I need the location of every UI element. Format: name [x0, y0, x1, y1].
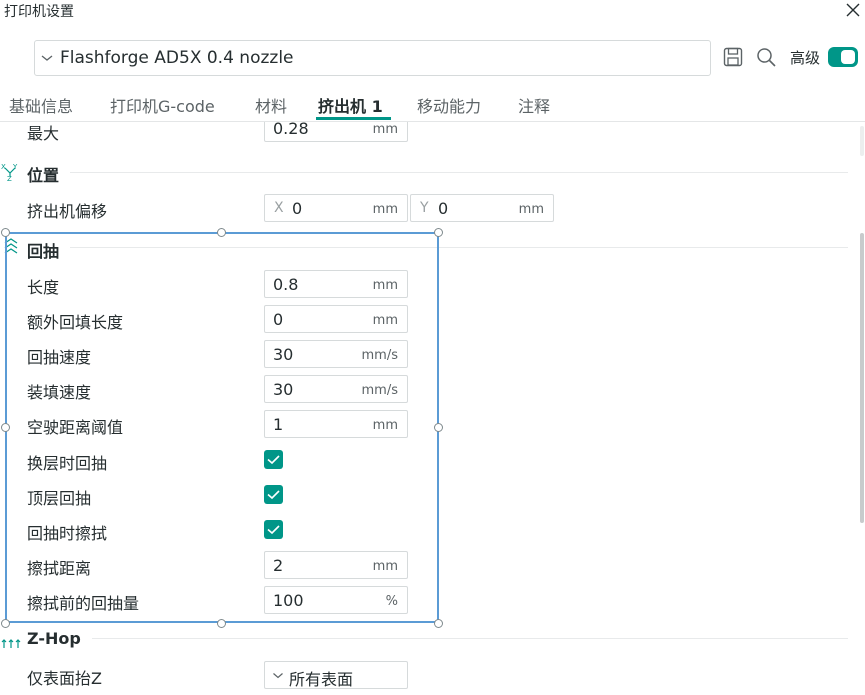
tab-motion-ability[interactable]: 移动能力: [417, 93, 481, 117]
position-section-title: 位置: [27, 166, 60, 185]
clipped-row: 最大 0.28 mm: [0, 122, 850, 148]
chevron-down-icon: [273, 673, 283, 679]
scrollbar-track: [860, 126, 864, 156]
selection-handle[interactable]: [1, 423, 10, 432]
advanced-label: 高级: [790, 49, 821, 67]
close-icon[interactable]: [843, 0, 863, 20]
tab-basic-info[interactable]: 基础信息: [9, 93, 73, 117]
position-axes-icon: X Y Z: [1, 163, 18, 182]
retraction-length-field[interactable]: 0.8 mm: [264, 270, 408, 298]
tab-bar: 基础信息 打印机G-code 材料 挤出机 1 移动能力 注释: [0, 86, 865, 122]
extruder-offset-y-field[interactable]: Y 0 mm: [410, 194, 554, 222]
deretraction-speed-label: 装填速度: [27, 383, 92, 402]
retract-before-wipe-label: 擦拭前的回抽量: [27, 594, 140, 613]
window-title: 打印机设置: [4, 4, 74, 20]
check-icon: [267, 490, 280, 500]
selection-handle[interactable]: [217, 619, 226, 628]
active-tab-indicator: [316, 117, 391, 120]
retraction-icon: [4, 238, 18, 254]
extruder-offset-label: 挤出机偏移: [27, 202, 108, 221]
retraction-length-label: 长度: [27, 278, 60, 297]
chevron-down-icon: [41, 55, 53, 61]
selection-handle[interactable]: [1, 228, 10, 237]
svg-text:Z: Z: [7, 175, 12, 182]
svg-text:X: X: [1, 163, 6, 171]
section-divider: [70, 247, 848, 248]
retraction-speed-label: 回抽速度: [27, 348, 92, 367]
printer-preset-combo[interactable]: Flashforge AD5X 0.4 nozzle: [34, 40, 711, 76]
retract-before-wipe-field[interactable]: 100 %: [264, 586, 408, 614]
retract-on-layer-change-label: 换层时回抽: [27, 454, 108, 473]
tab-extruder-1[interactable]: 挤出机 1: [318, 93, 383, 117]
search-icon[interactable]: [755, 46, 777, 68]
z-hop-surface-label: 仅表面抬Z: [27, 669, 102, 688]
tab-printer-gcode[interactable]: 打印机G-code: [110, 93, 215, 117]
selection-handle[interactable]: [1, 619, 10, 628]
wipe-distance-field[interactable]: 2 mm: [264, 551, 408, 579]
z-hop-icon: [1, 639, 21, 648]
preset-value: Flashforge AD5X 0.4 nozzle: [60, 48, 294, 68]
top-layer-retract-label: 顶层回抽: [27, 489, 92, 508]
top-layer-retract-checkbox[interactable]: [264, 485, 283, 504]
advanced-toggle[interactable]: [828, 47, 858, 67]
section-divider: [92, 638, 848, 639]
deretraction-speed-field[interactable]: 30 mm/s: [264, 375, 408, 403]
tab-notes[interactable]: 注释: [518, 93, 550, 117]
selection-handle[interactable]: [217, 228, 226, 237]
wipe-distance-label: 擦拭距离: [27, 559, 92, 578]
travel-threshold-field[interactable]: 1 mm: [264, 410, 408, 438]
z-hop-surface-combo[interactable]: 所有表面: [264, 661, 408, 689]
section-divider: [70, 172, 848, 173]
extra-restart-length-label: 额外回填长度: [27, 313, 124, 332]
wipe-on-retract-checkbox[interactable]: [264, 520, 283, 539]
z-hop-section-title: Z-Hop: [27, 629, 81, 648]
retraction-speed-field[interactable]: 30 mm/s: [264, 340, 408, 368]
layer-height-max-field[interactable]: 0.28 mm: [264, 122, 408, 142]
check-icon: [267, 455, 280, 465]
selection-handle[interactable]: [434, 619, 443, 628]
scrollbar-thumb[interactable]: [860, 233, 864, 523]
extruder-offset-x-field[interactable]: X 0 mm: [264, 194, 408, 222]
check-icon: [267, 525, 280, 535]
retraction-section-title: 回抽: [27, 242, 60, 261]
selection-handle[interactable]: [434, 228, 443, 237]
extra-restart-length-field[interactable]: 0 mm: [264, 305, 408, 333]
title-bar: 打印机设置: [0, 0, 865, 22]
selection-handle[interactable]: [434, 423, 443, 432]
layer-height-max-label: 最大: [27, 124, 60, 143]
wipe-on-retract-label: 回抽时擦拭: [27, 524, 108, 543]
retract-on-layer-change-checkbox[interactable]: [264, 450, 283, 469]
travel-threshold-label: 空驶距离阈值: [27, 418, 124, 437]
save-icon[interactable]: [722, 46, 744, 68]
tab-filament[interactable]: 材料: [255, 93, 287, 117]
